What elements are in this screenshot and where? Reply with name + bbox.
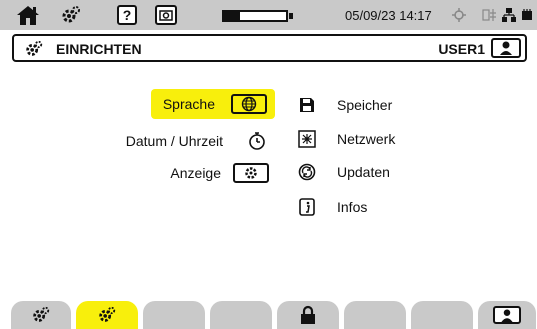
menu-item-infos[interactable]: Infos [297,196,367,218]
save-icon [297,95,317,115]
gear-icon [24,39,44,64]
update-icon [297,162,317,182]
tab-empty-7[interactable] [411,301,473,329]
network-icon [297,129,317,149]
battery-tip [289,13,293,19]
target-icon [452,6,466,24]
menu-item-label: Speicher [337,97,393,113]
tab-settings[interactable] [11,301,71,329]
battery-level [224,12,240,20]
menu-item-label: Infos [337,199,368,215]
lock-icon [301,305,315,324]
menu-item-datum-uhrzeit[interactable]: Datum / Uhrzeit [90,128,267,154]
tab-empty-3[interactable] [143,301,205,329]
network-icon [502,6,516,24]
menu-item-sprache[interactable]: Sprache [151,89,275,119]
help-icon: ? [122,7,132,23]
tab-user[interactable] [478,301,536,329]
menu-item-anzeige[interactable]: Anzeige [160,161,269,185]
help-button[interactable]: ? [117,5,137,25]
menu-item-label: Sprache [162,96,215,112]
menu-item-netzwerk[interactable]: Netzwerk [297,128,395,150]
camera-button[interactable] [155,5,177,25]
page-title: EINRICHTEN [56,41,142,57]
status-bar: ? 05/09/23 14:17 [0,0,537,30]
menu-item-label: Updaten [337,164,390,180]
page-header: EINRICHTEN USER1 [12,34,527,62]
gear-icon [33,306,50,322]
menu-item-label: Datum / Uhrzeit [125,133,223,149]
globe-icon [231,94,267,114]
usb-icon [482,6,500,24]
gear-icon[interactable] [60,4,82,26]
menu-item-label: Anzeige [170,165,221,181]
tab-empty-4[interactable] [210,301,272,329]
menu-item-speicher[interactable]: Speicher [297,94,392,116]
memory-icon [521,6,533,24]
info-icon [297,197,317,217]
user-icon [501,308,513,322]
menu-item-updaten[interactable]: Updaten [297,161,390,183]
datetime: 05/09/23 14:17 [345,8,432,23]
timer-icon [247,131,267,151]
camera-icon [159,10,173,21]
home-icon[interactable] [14,4,42,26]
user-icon [500,41,512,55]
display-icon [233,163,269,183]
tab-lock[interactable] [277,301,339,329]
tab-empty-6[interactable] [344,301,406,329]
user-button[interactable] [491,38,521,58]
tab-setup[interactable] [76,301,138,329]
gear-icon [99,306,116,322]
menu-item-label: Netzwerk [337,131,396,147]
user-button [493,306,521,324]
battery-icon [222,10,288,22]
user-name: USER1 [438,41,485,57]
